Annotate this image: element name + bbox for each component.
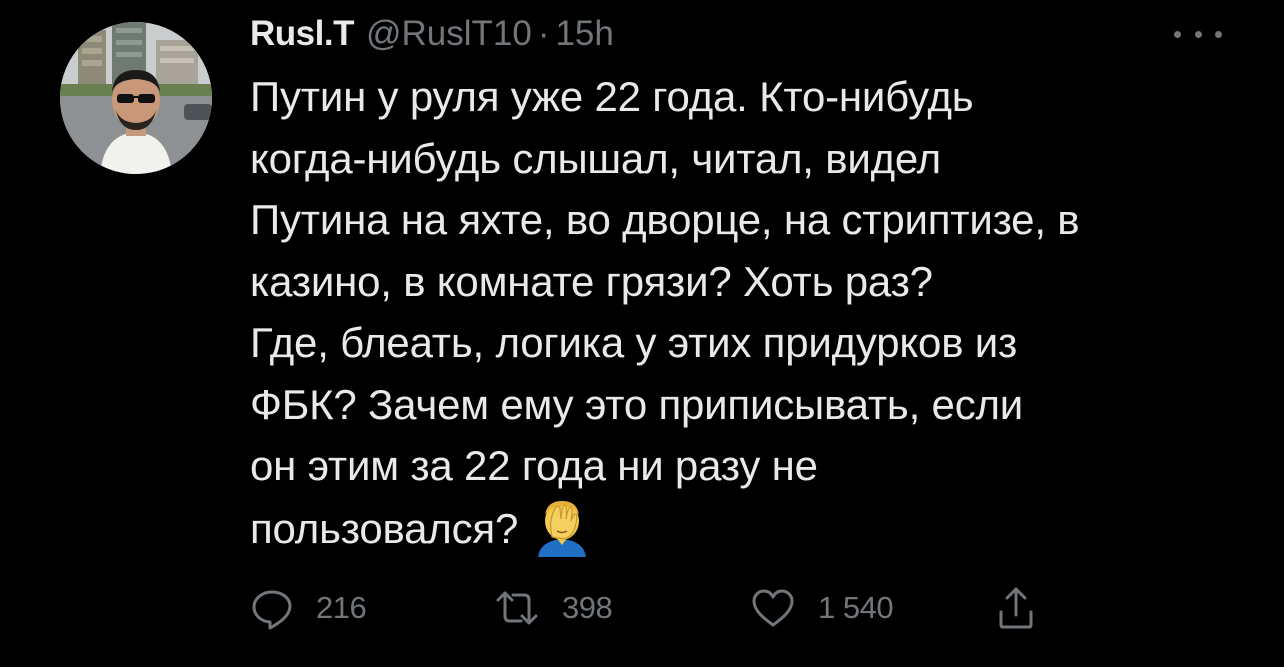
tweet-text-last-line: пользовался?: [250, 497, 1260, 560]
tweet-text-line: когда-нибудь слышал, читал, видел: [250, 134, 941, 182]
tweet-text-line: он этим за 22 года ни разу не: [250, 442, 818, 489]
reply-button[interactable]: 216: [250, 584, 367, 632]
share-icon: [999, 587, 1033, 629]
tweet-text-line: казино, в комнате грязи? Хоть раз?: [250, 257, 933, 305]
facepalm-emoji: [532, 497, 592, 557]
tweet-text-line: ФБК? Зачем ему это приписывать, если: [250, 380, 1024, 428]
more-dots-icon: [1174, 30, 1181, 38]
reply-count: 216: [316, 590, 367, 625]
more-options-button[interactable]: [1174, 24, 1222, 44]
retweet-icon: [496, 591, 538, 625]
retweet-count: 398: [562, 590, 613, 625]
tweet-text-line: Путина на яхте, во дворце, на стриптизе,…: [250, 196, 1080, 243]
tweet-text: Путин у руля уже 22 года. Кто-нибудь ког…: [250, 66, 1260, 559]
share-button[interactable]: [996, 584, 1036, 632]
like-count: 1 540: [818, 590, 894, 625]
reply-icon: [252, 590, 292, 630]
retweet-button[interactable]: 398: [494, 584, 613, 632]
heart-icon: [752, 589, 794, 627]
tweet-header: Rusl.T @RuslT10 · 15h: [250, 14, 614, 58]
tweet-timestamp[interactable]: 15h: [555, 14, 613, 54]
tweet-text-line: Где, блеать, логика у этих придурков из: [250, 319, 1018, 366]
tweet-text-line: Путин у руля уже 22 года. Кто-нибудь: [250, 73, 974, 120]
avatar[interactable]: [60, 22, 212, 174]
author-name[interactable]: Rusl.T: [250, 14, 354, 54]
header-separator: ·: [537, 14, 550, 53]
author-handle[interactable]: @RuslT10: [366, 14, 532, 54]
tweet-text-line: пользовался?: [250, 504, 519, 552]
avatar-photo: [60, 22, 212, 174]
tweet-actions: 216 398 1 540: [250, 584, 1050, 632]
like-button[interactable]: 1 540: [750, 584, 894, 632]
